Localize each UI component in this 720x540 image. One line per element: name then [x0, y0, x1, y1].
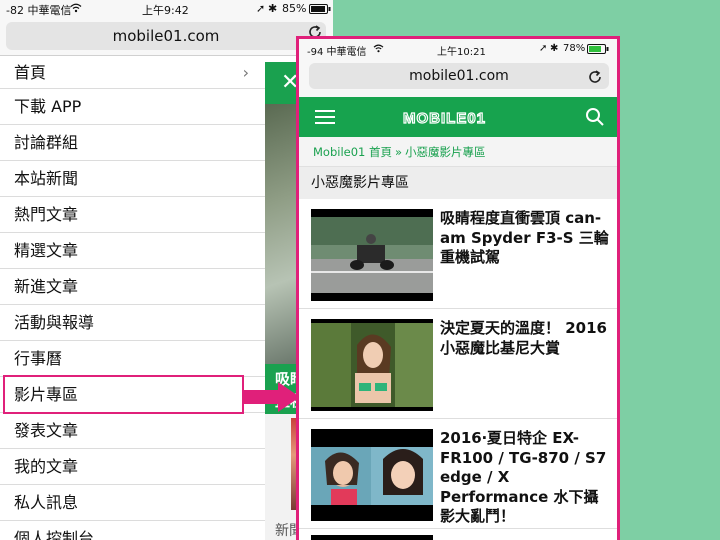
breadcrumb: Mobile01 首頁» 小惡魔影片專區 — [299, 137, 617, 167]
list-item[interactable]: 決定夏天的溫度！ 2016 小惡魔比基尼大賞 — [299, 309, 617, 419]
right-phone-screen: -94 中華電信 上午10:21 ➚ ✱ 78% mobile01.com MO… — [296, 36, 620, 540]
menu-item-download-app[interactable]: 下載 APP — [0, 89, 265, 125]
refresh-icon[interactable] — [587, 69, 603, 85]
menu-item-control-panel[interactable]: 個人控制台 — [0, 521, 265, 540]
left-phone-screen: -82 中華電信 上午9:42 ➚ ✱ 85% mobile01.com 首頁 ›… — [0, 0, 333, 540]
menu-item-messages[interactable]: 私人訊息 — [0, 485, 265, 521]
mobile01-logo[interactable]: MOBILE01 — [403, 105, 513, 129]
svg-text:MOBILE01: MOBILE01 — [403, 110, 486, 127]
menu-item-events[interactable]: 活動與報導 — [0, 305, 265, 341]
hamburger-menu-icon[interactable] — [315, 109, 335, 125]
breadcrumb-home-link[interactable]: Mobile01 首頁 — [313, 145, 392, 159]
location-icon: ➚ — [539, 43, 548, 54]
pointer-arrow-icon — [244, 382, 300, 412]
bluetooth-icon: ✱ — [268, 2, 278, 15]
left-status-bar: -82 中華電信 上午9:42 ➚ ✱ 85% — [0, 0, 333, 18]
side-menu: 首頁 › 下載 APP 討論群組 本站新聞 熱門文章 精選文章 新進文章 活動與報… — [0, 56, 265, 540]
right-carrier: -94 中華電信 — [307, 47, 367, 58]
left-address-bar: mobile01.com — [0, 18, 333, 56]
right-url-field[interactable]: mobile01.com — [309, 63, 609, 89]
menu-item-forums[interactable]: 討論群組 — [0, 125, 265, 161]
site-navbar: MOBILE01 — [299, 97, 617, 137]
right-address-bar: mobile01.com — [299, 59, 617, 97]
search-icon[interactable] — [585, 107, 605, 127]
article-title[interactable]: 吸睛程度直衝雲頂 can-am Spyder F3-S 三輪重機試駕 — [440, 209, 612, 268]
list-item[interactable] — [299, 529, 617, 540]
section-title: 小惡魔影片專區 — [299, 167, 617, 199]
highlight-box — [3, 375, 244, 414]
left-clock: 上午9:42 — [142, 4, 189, 17]
right-clock: 上午10:21 — [437, 47, 486, 58]
article-title[interactable]: 決定夏天的溫度！ 2016 小惡魔比基尼大賞 — [440, 319, 612, 358]
article-thumbnail[interactable] — [311, 319, 433, 411]
right-status-bar: -94 中華電信 上午10:21 ➚ ✱ 78% — [299, 39, 617, 59]
article-thumbnail[interactable] — [311, 535, 433, 540]
article-title[interactable]: 2016‧夏日特企 EX-FR100 / TG-870 / S7 edge / … — [440, 429, 612, 527]
wifi-icon — [70, 3, 82, 16]
bluetooth-icon: ✱ — [550, 43, 559, 54]
menu-item-hot-articles[interactable]: 熱門文章 — [0, 197, 265, 233]
menu-item-featured[interactable]: 精選文章 — [0, 233, 265, 269]
menu-item-my-articles[interactable]: 我的文章 — [0, 449, 265, 485]
menu-item-new-articles[interactable]: 新進文章 — [0, 269, 265, 305]
article-list: 吸睛程度直衝雲頂 can-am Spyder F3-S 三輪重機試駕 決定夏天的… — [299, 199, 617, 540]
menu-item-site-news[interactable]: 本站新聞 — [0, 161, 265, 197]
list-item[interactable]: 2016‧夏日特企 EX-FR100 / TG-870 / S7 edge / … — [299, 419, 617, 529]
article-thumbnail[interactable] — [311, 209, 433, 301]
battery-icon — [309, 4, 331, 17]
location-icon: ➚ — [256, 2, 266, 15]
breadcrumb-current[interactable]: 小惡魔影片專區 — [405, 145, 486, 159]
menu-item-post-article[interactable]: 發表文章 — [0, 413, 265, 449]
menu-item-home[interactable]: 首頁 › — [0, 56, 265, 89]
battery-icon — [587, 44, 609, 57]
wifi-icon — [373, 44, 384, 56]
article-thumbnail[interactable] — [311, 429, 433, 521]
left-battery-text: 85% — [282, 2, 307, 15]
right-battery-text: 78% — [563, 43, 586, 54]
left-url-field[interactable]: mobile01.com — [6, 22, 326, 50]
chevron-right-icon: › — [242, 63, 249, 82]
breadcrumb-separator: » — [395, 145, 403, 159]
left-carrier: -82 中華電信 — [6, 4, 72, 17]
list-item[interactable]: 吸睛程度直衝雲頂 can-am Spyder F3-S 三輪重機試駕 — [299, 199, 617, 309]
menu-item-calendar[interactable]: 行事曆 — [0, 341, 265, 377]
